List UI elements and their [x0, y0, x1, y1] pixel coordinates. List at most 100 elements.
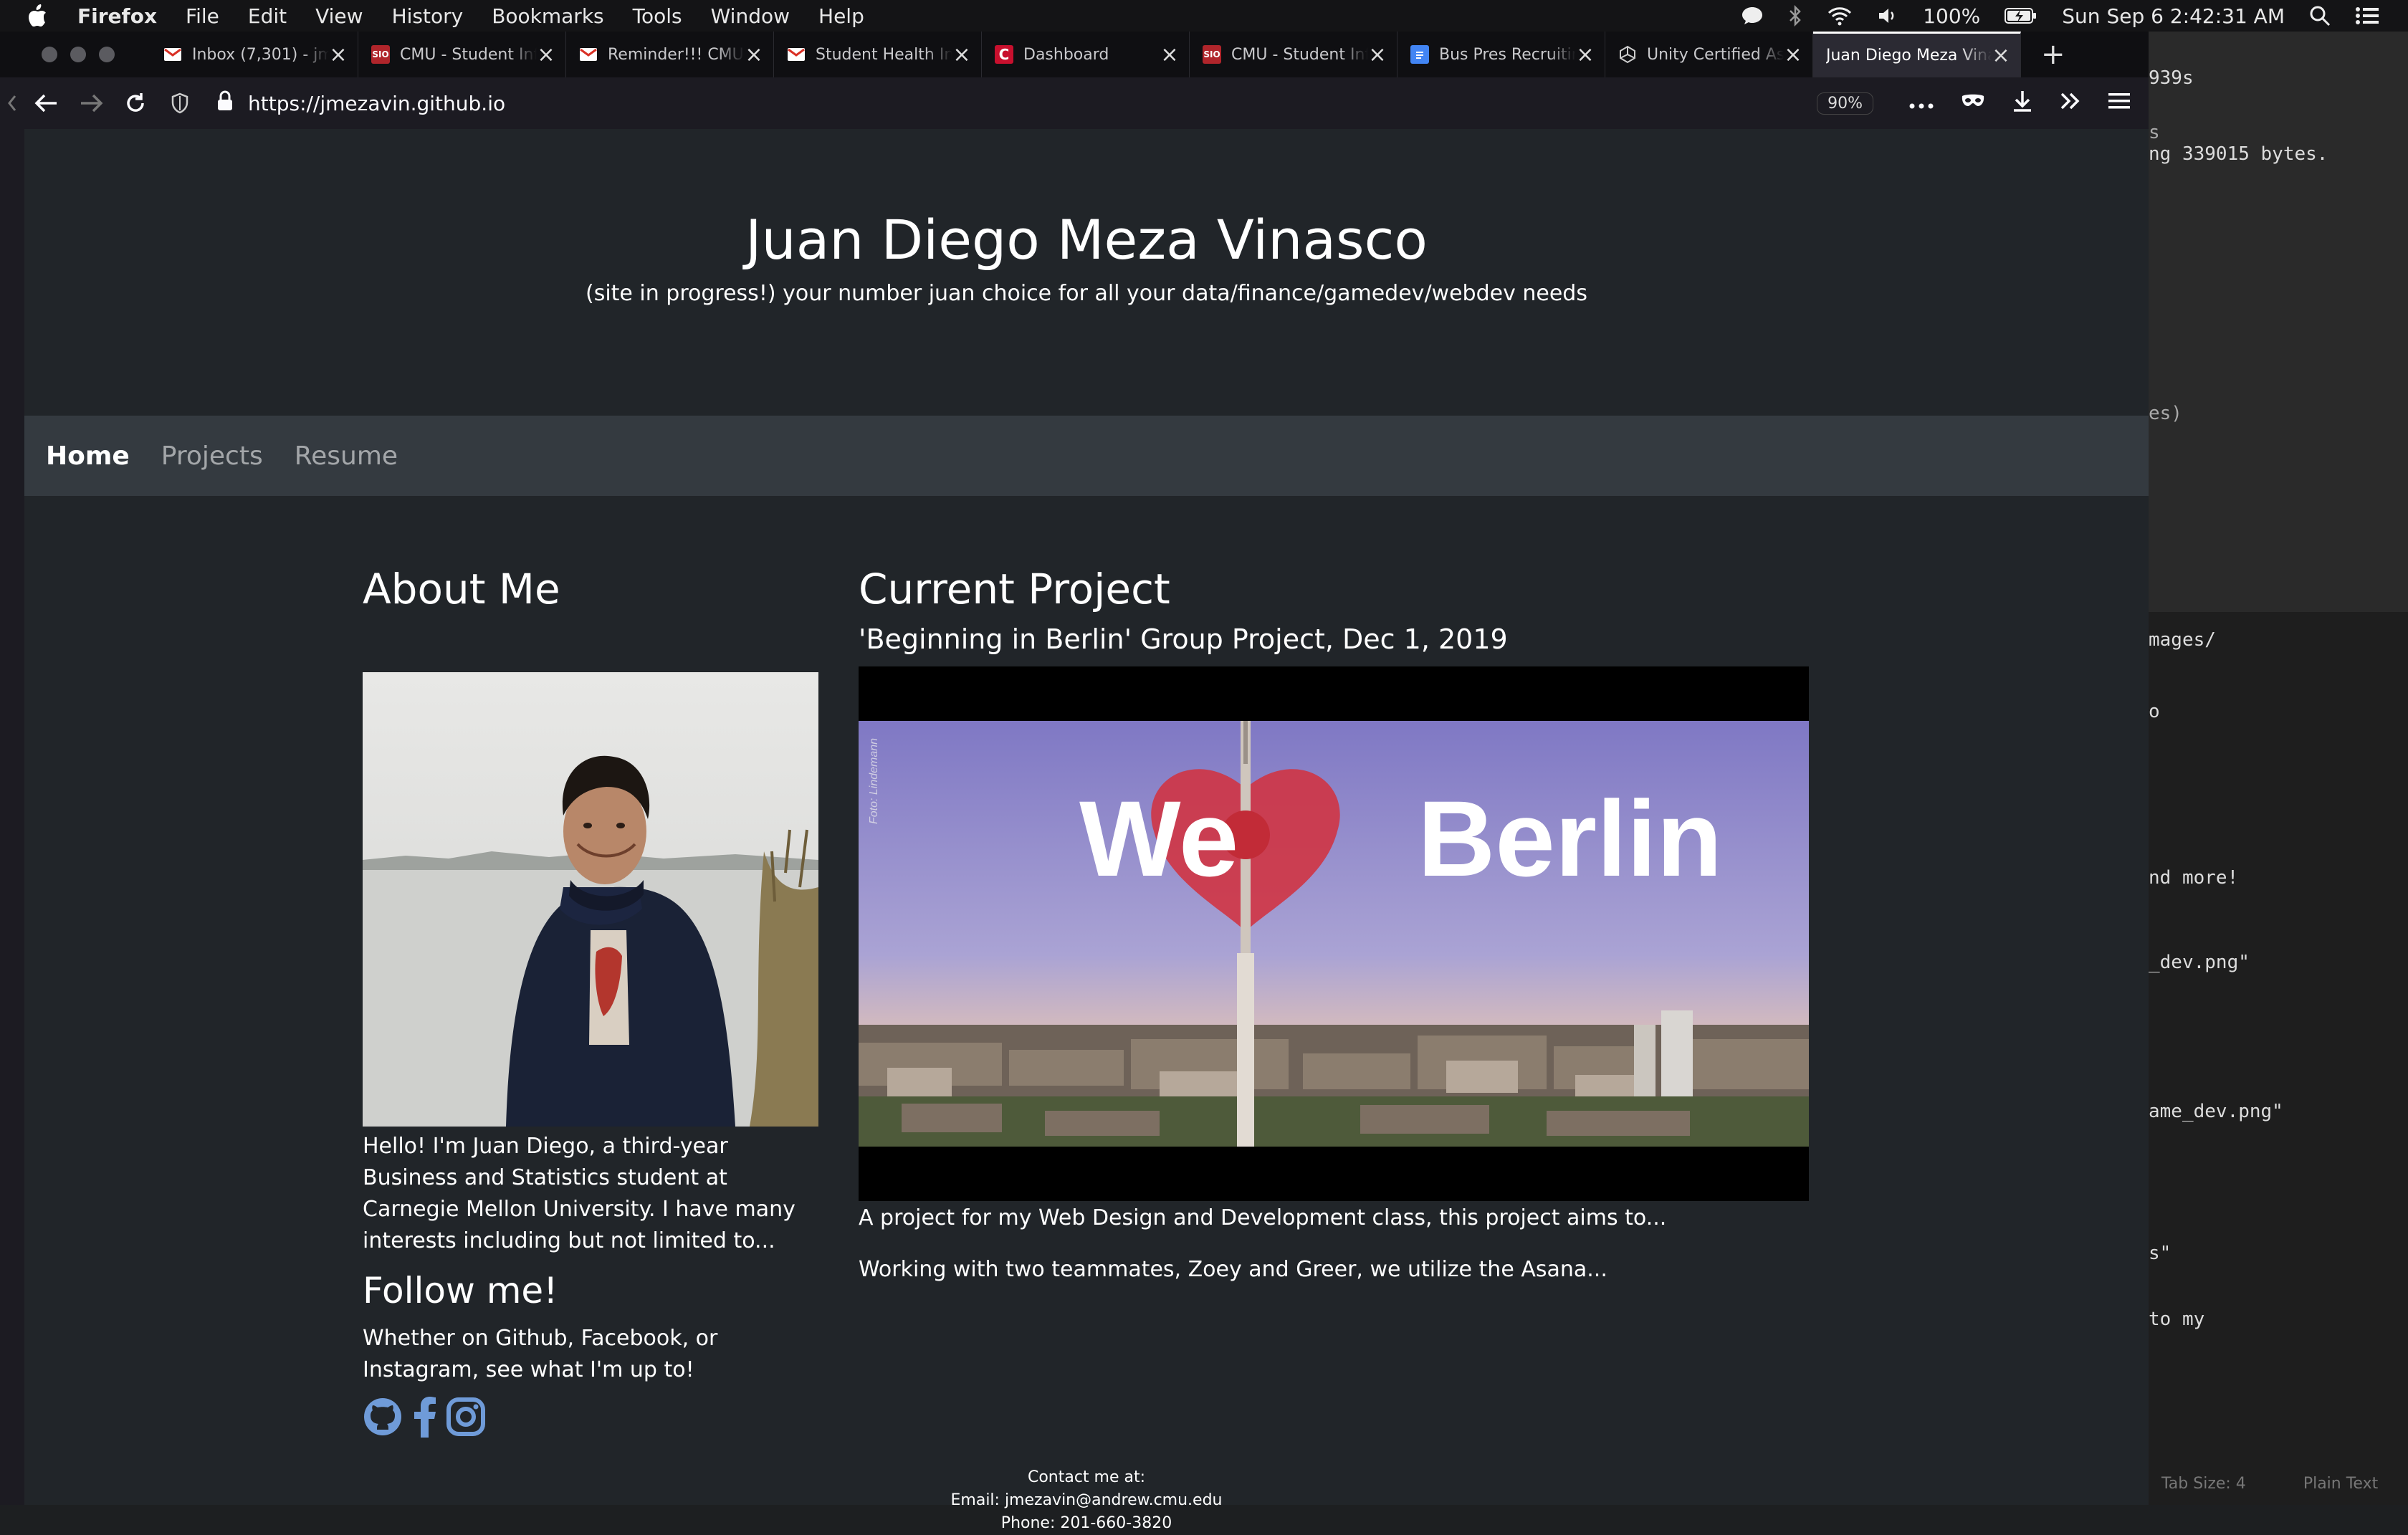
menu-window[interactable]: Window	[711, 4, 790, 28]
nav-resume-link[interactable]: Resume	[295, 441, 398, 471]
editor-line: 939s	[2149, 67, 2194, 89]
syntax-indicator[interactable]: Plain Text	[2303, 1475, 2378, 1493]
tab-title: CMU - Student Information	[1231, 45, 1368, 64]
tracking-protection-shield-icon[interactable]	[158, 92, 202, 114]
wifi-icon[interactable]	[1827, 6, 1853, 26]
tab-bus-pres[interactable]: Bus Pres Recruiting ×	[1398, 32, 1605, 77]
url-text[interactable]: https://jmezavin.github.io	[248, 92, 505, 115]
menu-app-firefox[interactable]: Firefox	[77, 4, 157, 28]
background-editor-window: 939s s ng 339015 bytes. es) mages/ o nd …	[2149, 32, 2408, 1505]
menu-file[interactable]: File	[186, 4, 219, 28]
tab-sio-2[interactable]: SIO CMU - Student Information ×	[1190, 32, 1398, 77]
volume-icon[interactable]	[1877, 6, 1898, 26]
close-tab-icon[interactable]: ×	[1160, 42, 1179, 67]
editor-line: ame_dev.png"	[2149, 1101, 2283, 1122]
project-image[interactable]: We Berlin Foto: Lindemann	[859, 666, 1809, 1201]
menu-edit[interactable]: Edit	[248, 4, 287, 28]
back-button[interactable]	[24, 92, 69, 114]
close-tab-icon[interactable]: ×	[329, 42, 348, 67]
github-icon[interactable]	[363, 1397, 403, 1437]
berlin-text: Berlin	[1418, 778, 1722, 899]
footer-contact-label: Contact me at:	[1027, 1468, 1146, 1486]
apple-menu-icon[interactable]	[27, 4, 56, 27]
macos-menubar: Firefox File Edit View History Bookmarks…	[0, 0, 2408, 32]
facebook-icon[interactable]	[411, 1396, 437, 1438]
current-project-subtitle: 'Beginning in Berlin' Group Project, Dec…	[859, 623, 1508, 655]
profile-photo	[363, 672, 818, 1127]
zoom-level-button[interactable]: 90%	[1817, 92, 1873, 115]
close-tab-icon[interactable]: ×	[537, 42, 555, 67]
menu-history[interactable]: History	[392, 4, 464, 28]
editor-line: s	[2149, 122, 2160, 143]
tab-title: Inbox (7,301) - jmezavin	[192, 45, 329, 64]
reload-button[interactable]	[113, 92, 158, 115]
sio-icon: SIO	[371, 45, 390, 64]
close-tab-icon[interactable]: ×	[1992, 43, 2010, 68]
navigation-toolbar: https://jmezavin.github.io 90%	[0, 77, 2149, 129]
tab-juan-diego[interactable]: Juan Diego Meza Vinasco ×	[1813, 32, 2021, 77]
forward-button[interactable]	[69, 92, 113, 114]
footer-phone[interactable]: Phone: 201-660-3820	[24, 1512, 2149, 1535]
tab-unity[interactable]: Unity Certified Associate ×	[1605, 32, 1813, 77]
close-tab-icon[interactable]: ×	[1368, 42, 1387, 67]
editor-statusbar: Tab Size: 4 Plain Text	[2149, 1462, 2408, 1505]
menu-tools[interactable]: Tools	[633, 4, 682, 28]
private-browsing-mask-icon[interactable]	[1961, 92, 1985, 114]
editor-line: es)	[2149, 403, 2182, 424]
tab-dashboard[interactable]: C Dashboard ×	[982, 32, 1190, 77]
menu-view[interactable]: View	[315, 4, 363, 28]
menu-help[interactable]: Help	[818, 4, 864, 28]
close-tab-icon[interactable]: ×	[952, 42, 971, 67]
editor-line: nd more!	[2149, 867, 2239, 889]
downloads-icon[interactable]	[2012, 90, 2032, 118]
tab-size-indicator[interactable]: Tab Size: 4	[2161, 1475, 2246, 1493]
about-text: Hello! I'm Juan Diego, a third-year Busi…	[363, 1134, 796, 1253]
zoom-window-button[interactable]	[99, 47, 115, 62]
nav-projects-link[interactable]: Projects	[161, 441, 263, 471]
close-tab-icon[interactable]: ×	[1784, 42, 1802, 67]
unity-icon	[1618, 45, 1637, 64]
page-actions-icon[interactable]	[1909, 92, 1934, 114]
toolbar-right	[1909, 90, 2130, 118]
close-window-button[interactable]	[42, 47, 57, 62]
site-footer: Contact me at: Email: jmezavin@andrew.cm…	[24, 1466, 2149, 1535]
site-title: Juan Diego Meza Vinasco	[745, 208, 1428, 272]
battery-icon[interactable]	[2005, 7, 2037, 24]
firefox-window: Inbox (7,301) - jmezavin × SIO CMU - Stu…	[0, 32, 2149, 1532]
close-tab-icon[interactable]: ×	[1576, 42, 1595, 67]
follow-heading: Follow me!	[363, 1270, 558, 1311]
footer-email[interactable]: Email: jmezavin@andrew.cmu.edu	[24, 1489, 2149, 1512]
photo-credit: Foto: Lindemann	[868, 738, 880, 824]
notification-center-icon[interactable]	[2355, 6, 2379, 25]
tab-sio[interactable]: SIO CMU - Student Information ×	[358, 32, 566, 77]
hamburger-menu-icon[interactable]	[2108, 92, 2130, 115]
minimize-window-button[interactable]	[70, 47, 86, 62]
menu-bookmarks[interactable]: Bookmarks	[492, 4, 603, 28]
tab-reminder[interactable]: Reminder!!! CMU ×	[566, 32, 774, 77]
tab-student-health[interactable]: Student Health Insurance ×	[774, 32, 982, 77]
tab-title: Bus Pres Recruiting	[1439, 45, 1576, 64]
bluetooth-icon[interactable]	[1788, 5, 1802, 27]
new-tab-button[interactable]: +	[2041, 38, 2065, 71]
instagram-icon[interactable]	[446, 1397, 486, 1437]
current-project-heading: Current Project	[859, 565, 1170, 613]
tab-title: CMU - Student Information	[400, 45, 537, 64]
editor-line: _dev.png"	[2149, 952, 2250, 973]
clock[interactable]: Sun Sep 6 2:42:31 AM	[2062, 4, 2285, 28]
tab-strip: Inbox (7,301) - jmezavin × SIO CMU - Stu…	[0, 32, 2149, 77]
messages-icon[interactable]	[1741, 6, 1764, 26]
nav-home-link[interactable]: Home	[46, 441, 130, 471]
project-description-1: A project for my Web Design and Developm…	[859, 1205, 1667, 1230]
window-controls	[42, 47, 115, 62]
close-tab-icon[interactable]: ×	[745, 42, 763, 67]
overflow-chevron-icon[interactable]	[2060, 92, 2081, 115]
tab-title: Juan Diego Meza Vinasco	[1826, 47, 1992, 64]
follow-text: Whether on Github, Facebook, or Instagra…	[363, 1326, 718, 1382]
lock-icon[interactable]	[216, 90, 234, 117]
url-bar[interactable]: https://jmezavin.github.io	[216, 90, 505, 117]
site-nav: Home Projects Resume	[24, 416, 2149, 496]
tab-inbox[interactable]: Inbox (7,301) - jmezavin ×	[150, 32, 358, 77]
editor-line: o	[2149, 701, 2160, 722]
spotlight-search-icon[interactable]	[2309, 5, 2331, 27]
tab-title: Reminder!!! CMU	[608, 45, 744, 64]
